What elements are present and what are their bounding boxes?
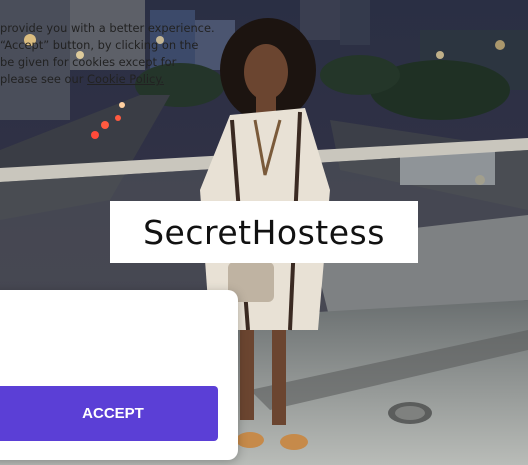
cookie-text-line: “Accept” button, by clicking on the <box>0 38 199 52</box>
cookie-policy-link[interactable]: Cookie Policy. <box>87 72 164 86</box>
watermark-text: SecretHostess <box>143 212 385 252</box>
cookie-consent-text: provide you with a better experience. “A… <box>0 20 240 88</box>
accept-cookies-button[interactable]: ACCEPT <box>0 386 218 441</box>
cookie-text-line: provide you with a better experience. <box>0 21 215 35</box>
watermark-banner: SecretHostess <box>110 201 418 263</box>
cookie-text-line: be given for cookies except for <box>0 55 177 69</box>
cookie-text-prefix: please see our <box>0 72 88 86</box>
cookie-text-line-last: please see our Cookie Policy. <box>0 71 240 88</box>
